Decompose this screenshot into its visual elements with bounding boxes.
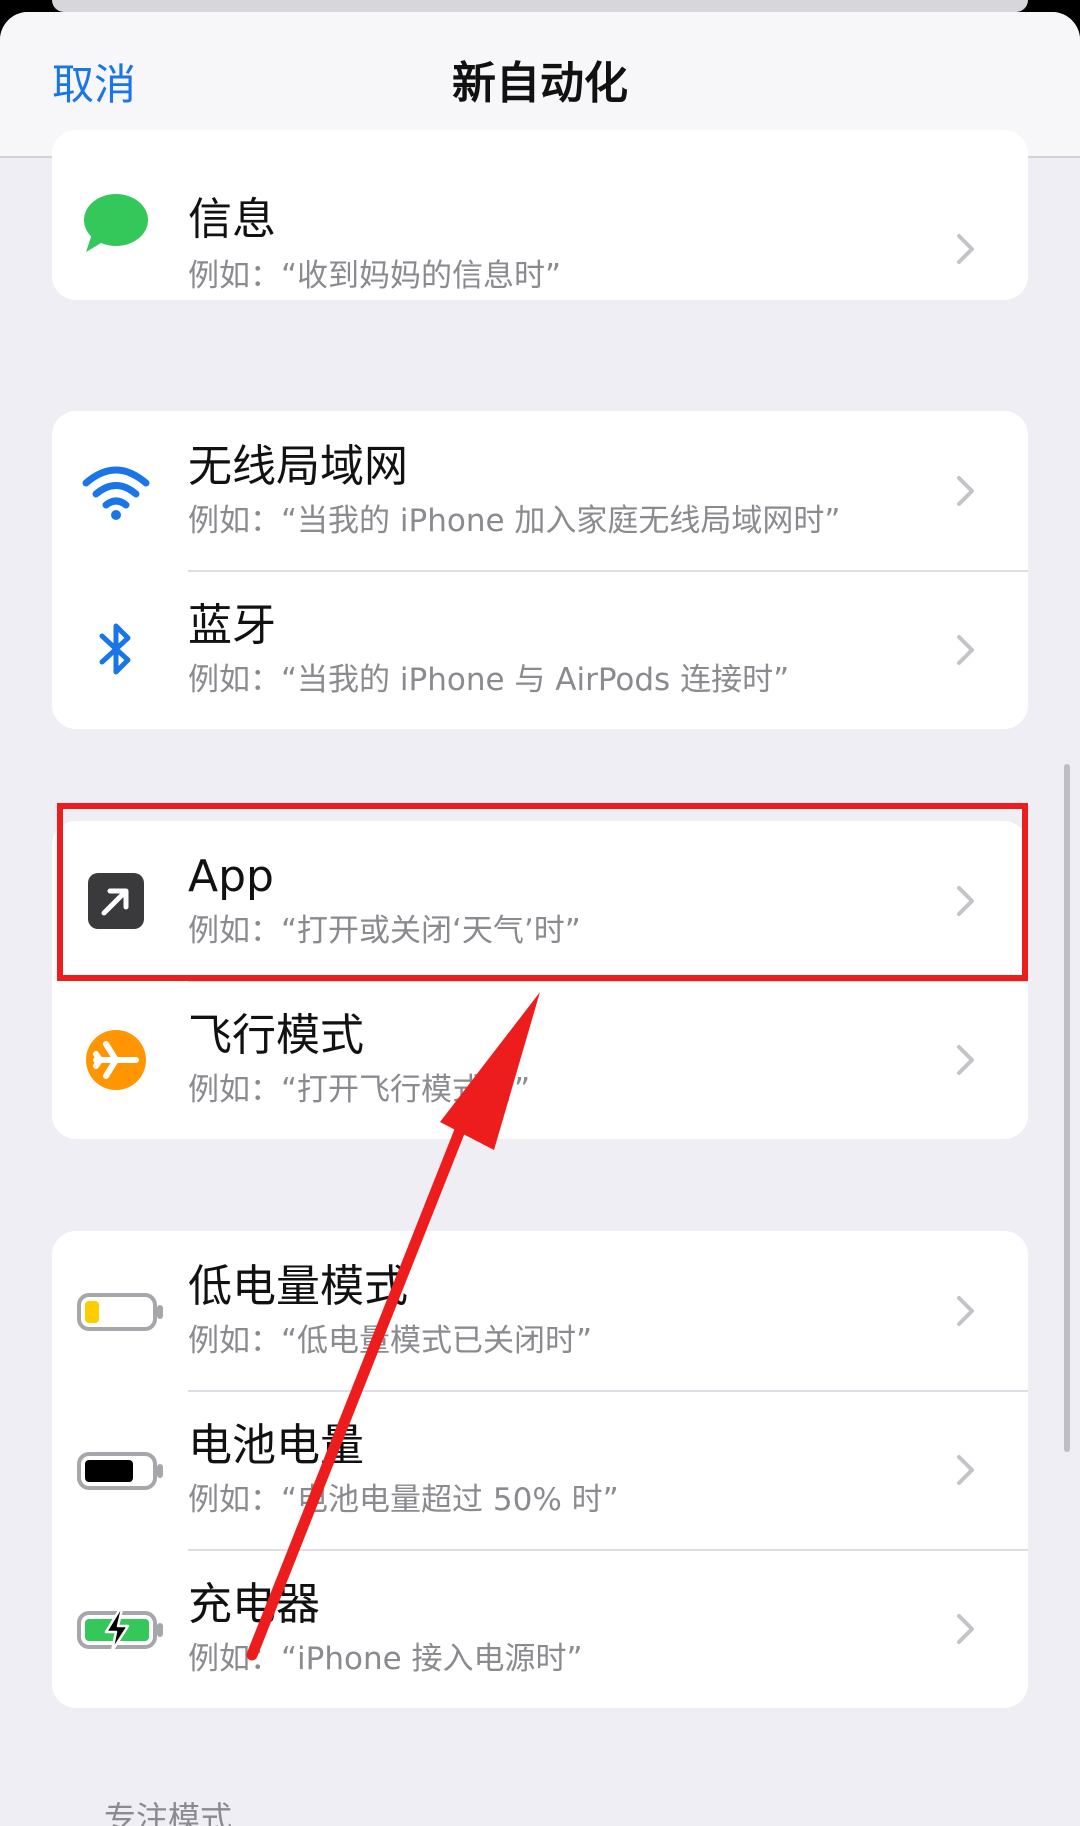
row-subtitle: 例如：“电池电量超过 50% 时” xyxy=(188,1482,619,1518)
row-subtitle: 例如：“打开或关闭‘天气’时” xyxy=(188,913,581,949)
app-open-icon xyxy=(88,873,144,929)
group-connectivity: 无线局域网 例如：“当我的 iPhone 加入家庭无线局域网时” 蓝牙 例如：“… xyxy=(52,411,1028,729)
group-app-airplane: App 例如：“打开或关闭‘天气’时” 飞行模式 例如：“打开飞行模式时” xyxy=(52,821,1028,1139)
chevron-right-icon xyxy=(957,886,974,916)
chevron-right-icon xyxy=(957,1614,974,1644)
row-subtitle: 例如：“当我的 iPhone 加入家庭无线局域网时” xyxy=(188,503,841,539)
chevron-right-icon xyxy=(957,635,974,665)
page-title: 新自动化 xyxy=(452,58,628,109)
row-wifi[interactable]: 无线局域网 例如：“当我的 iPhone 加入家庭无线局域网时” xyxy=(52,411,1028,570)
row-subtitle: 例如：“收到妈妈的信息时” xyxy=(188,258,562,294)
message-icon xyxy=(84,194,148,252)
battery-icon xyxy=(77,1452,163,1490)
section-header-focus: 专注模式 xyxy=(104,1799,233,1826)
chevron-right-icon xyxy=(957,234,974,264)
row-messages[interactable]: 信息 例如：“收到妈妈的信息时” xyxy=(52,130,1028,300)
row-charger[interactable]: 充电器 例如：“iPhone 接入电源时” xyxy=(52,1549,1028,1708)
row-title: 电池电量 xyxy=(188,1420,364,1471)
row-subtitle: 例如：“低电量模式已关闭时” xyxy=(188,1323,593,1359)
chevron-right-icon xyxy=(957,1296,974,1326)
low-battery-icon xyxy=(77,1293,163,1331)
row-app[interactable]: App 例如：“打开或关闭‘天气’时” xyxy=(52,821,1028,980)
charging-battery-icon xyxy=(77,1607,163,1653)
row-battery-level[interactable]: 电池电量 例如：“电池电量超过 50% 时” xyxy=(52,1390,1028,1549)
bluetooth-icon xyxy=(99,623,131,675)
airplane-icon xyxy=(86,1030,146,1090)
row-low-power-mode[interactable]: 低电量模式 例如：“低电量模式已关闭时” xyxy=(52,1231,1028,1390)
chevron-right-icon xyxy=(957,1455,974,1485)
group-messages: 信息 例如：“收到妈妈的信息时” xyxy=(52,130,1028,300)
row-title: 充电器 xyxy=(188,1579,320,1630)
row-title: App xyxy=(188,851,274,902)
row-title: 信息 xyxy=(188,194,276,245)
row-subtitle: 例如：“当我的 iPhone 与 AirPods 连接时” xyxy=(188,662,790,698)
chevron-right-icon xyxy=(957,476,974,506)
wifi-icon xyxy=(82,466,150,520)
group-battery: 低电量模式 例如：“低电量模式已关闭时” 电池电量 例如：“电池电量超过 50%… xyxy=(52,1231,1028,1708)
row-subtitle: 例如：“iPhone 接入电源时” xyxy=(188,1641,583,1677)
row-bluetooth[interactable]: 蓝牙 例如：“当我的 iPhone 与 AirPods 连接时” xyxy=(52,570,1028,729)
row-title: 飞行模式 xyxy=(188,1010,364,1061)
row-subtitle: 例如：“打开飞行模式时” xyxy=(188,1072,531,1108)
row-title: 低电量模式 xyxy=(188,1261,408,1312)
scrollbar[interactable] xyxy=(1064,764,1070,1452)
automation-sheet: 取消 新自动化 信息 例如：“收到妈妈的信息时” 无线局域网 例如：“当我的 i… xyxy=(0,12,1080,1826)
chevron-right-icon xyxy=(957,1045,974,1075)
row-title: 蓝牙 xyxy=(188,600,276,651)
row-airplane-mode[interactable]: 飞行模式 例如：“打开飞行模式时” xyxy=(52,980,1028,1139)
background-sheet xyxy=(52,0,1028,12)
row-title: 无线局域网 xyxy=(188,441,408,492)
